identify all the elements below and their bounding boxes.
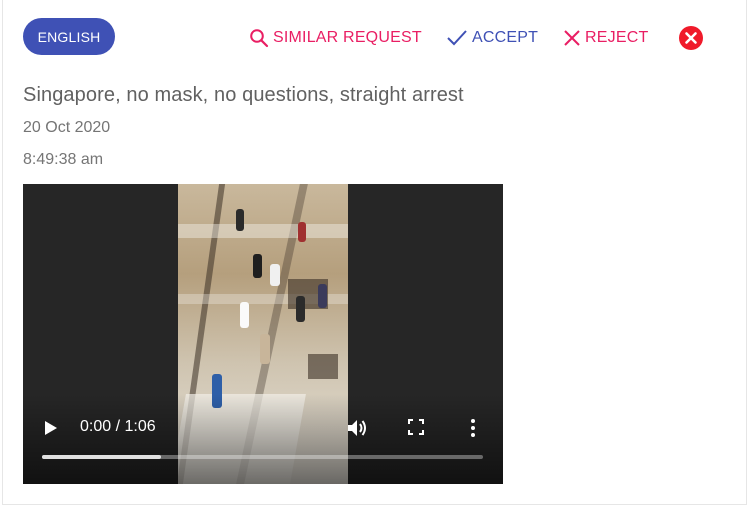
post-time: 8:49:38 am [23,151,104,168]
volume-button[interactable] [346,417,370,439]
accept-button[interactable]: ACCEPT [446,27,538,49]
language-chip[interactable]: ENGLISH [23,18,115,55]
post-date: 20 Oct 2020 [23,119,111,136]
play-button[interactable] [43,420,59,436]
similar-request-label: SIMILAR REQUEST [273,29,422,46]
fullscreen-button[interactable] [408,419,424,435]
volume-icon [348,420,366,436]
similar-request-button[interactable]: SIMILAR REQUEST [249,27,422,49]
accept-label: ACCEPT [472,29,539,46]
play-icon [45,421,57,435]
check-icon [446,28,468,48]
controls-overlay [23,394,503,484]
more-vertical-icon [471,419,475,437]
post-title: Singapore, no mask, no questions, straig… [23,84,464,106]
reject-button[interactable]: REJECT [563,27,648,49]
time-display: 0:00 / 1:06 [80,418,156,435]
fullscreen-icon [408,419,424,435]
language-chip-label: ENGLISH [37,28,101,45]
x-icon [563,29,581,47]
progress-fill [42,455,162,459]
close-button[interactable] [679,26,703,50]
search-icon [249,28,269,48]
video-player[interactable]: 0:00 / 1:06 [23,184,503,484]
more-options-button[interactable] [469,417,477,439]
progress-bar[interactable] [42,455,483,459]
close-circle-icon [679,26,703,50]
reject-label: REJECT [585,29,649,46]
